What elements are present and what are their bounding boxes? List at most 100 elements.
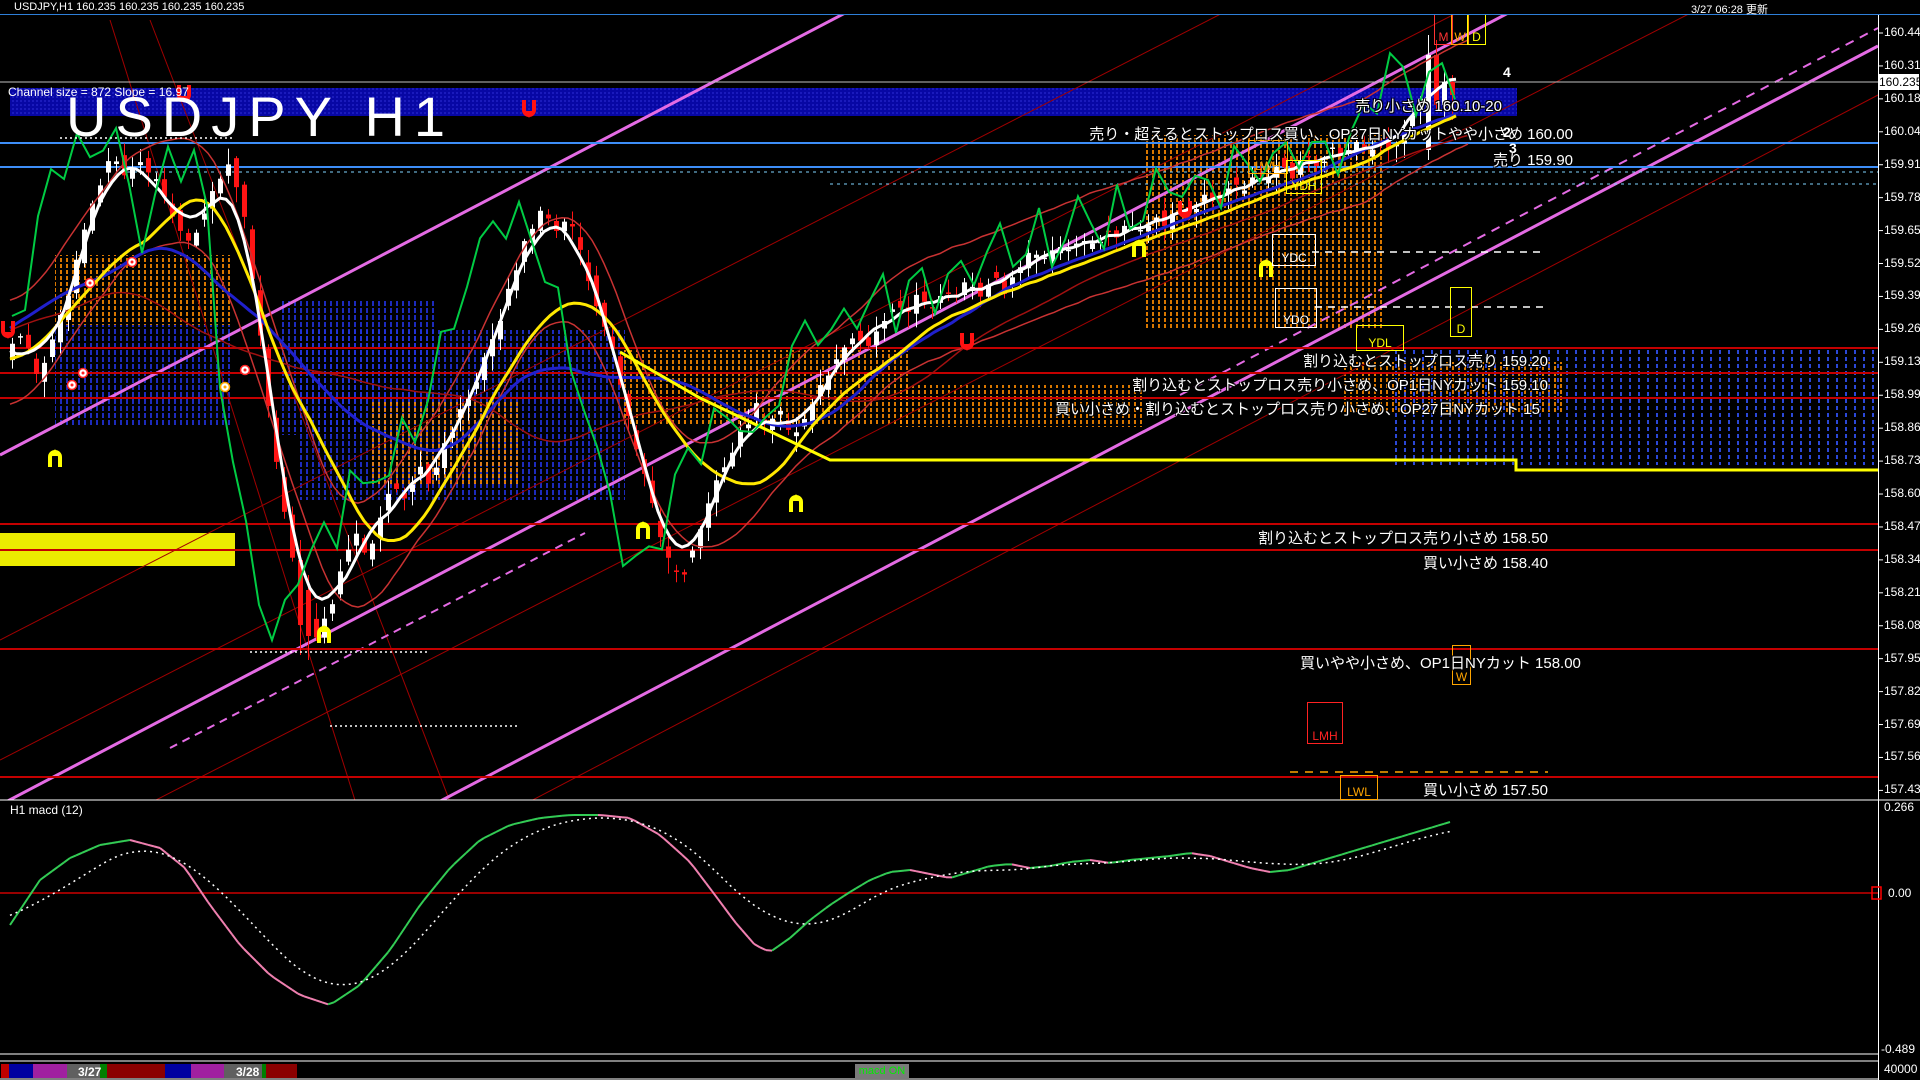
macd-line	[1390, 838, 1396, 840]
price-tick: 160.440	[1884, 25, 1920, 39]
macd-line	[1360, 847, 1366, 849]
price-tick: 157.430	[1884, 782, 1920, 796]
macd-line	[508, 824, 514, 826]
macd-line	[832, 900, 838, 904]
macd-line	[1330, 856, 1336, 858]
macd-line	[430, 885, 436, 892]
macd-line	[112, 842, 118, 843]
level-object-box-lwh: LWH	[1248, 140, 1288, 174]
macd-line	[70, 855, 76, 858]
macd-line	[1192, 853, 1198, 854]
macd-line	[850, 888, 856, 892]
buy-arrow-icon	[1134, 239, 1144, 257]
macd-line	[982, 867, 988, 869]
macd-line	[1072, 861, 1078, 862]
macd-line	[1396, 836, 1402, 838]
macd-line	[382, 952, 388, 959]
macd-line	[160, 848, 166, 853]
macd-line	[1444, 822, 1450, 824]
macd-line	[34, 880, 40, 889]
volume-axis-label: 40000	[1884, 1062, 1917, 1076]
macd-line	[1174, 855, 1180, 856]
macd-line	[94, 845, 100, 848]
level-object-box-ydc: YDC	[1272, 234, 1316, 266]
macd-line	[184, 867, 190, 875]
macd-line	[886, 872, 892, 874]
macd-line	[10, 916, 16, 925]
macd-line	[976, 868, 982, 870]
macd-line	[670, 844, 676, 849]
sell-arrow-icon	[3, 321, 13, 339]
timeline-segment	[165, 1064, 191, 1078]
macd-line	[532, 818, 538, 819]
macd-line	[166, 853, 172, 858]
macd-line	[208, 902, 214, 910]
macd-line	[676, 849, 682, 854]
macd-line	[136, 842, 142, 844]
macd-line	[1168, 855, 1174, 856]
macd-line	[1252, 868, 1258, 869]
macd-line	[232, 934, 238, 942]
macd-axis-min: -0.489	[1881, 1042, 1915, 1056]
wave-count-label: 4	[1503, 64, 1511, 80]
level-object-box-ydh: YDH	[1286, 160, 1322, 194]
macd-line	[928, 874, 934, 875]
macd-line	[718, 899, 724, 907]
price-tick: 157.560	[1884, 749, 1920, 763]
macd-line	[1288, 869, 1294, 870]
macd-line	[940, 876, 946, 877]
box-label: YDL	[1368, 336, 1391, 350]
symbol-quote-text: USDJPY,H1 160.235 160.235 160.235 160.23…	[14, 1, 244, 13]
buy-arrow-icon	[638, 521, 648, 539]
chart-canvas[interactable]	[0, 0, 1920, 1080]
macd-line	[1348, 851, 1354, 853]
window-title-bar: USDJPY,H1 160.235 160.235 160.235 160.23…	[0, 0, 1920, 15]
buy-arrow-icon	[791, 494, 801, 512]
macd-line	[202, 893, 208, 902]
macd-line	[1264, 871, 1270, 872]
macd-line	[76, 853, 82, 856]
macd-line	[688, 860, 694, 867]
macd-line	[88, 848, 94, 851]
price-annotation: 売り小さめ 160.10-20	[1355, 95, 1502, 116]
macd-line	[1210, 856, 1216, 858]
macd-line	[82, 850, 88, 853]
timeline-segment	[191, 1064, 224, 1078]
macd-line	[700, 875, 706, 883]
macd-line	[616, 817, 622, 818]
macd-line	[1084, 860, 1090, 861]
macd-line	[454, 859, 460, 865]
macd-toggle-button[interactable]: macd ON	[855, 1064, 909, 1079]
macd-line	[1132, 859, 1138, 860]
price-tick: 158.995	[1884, 387, 1920, 401]
macd-line	[790, 933, 796, 938]
timeline-date-label: 3/27	[78, 1065, 101, 1079]
level-object-box-lmh: LMH	[1307, 702, 1343, 744]
macd-line	[742, 930, 748, 937]
macd-line	[1324, 858, 1330, 860]
macd-line	[952, 876, 958, 878]
macd-line	[1012, 864, 1018, 865]
macd-line	[544, 817, 550, 818]
macd-line	[154, 846, 160, 848]
macd-line	[316, 1000, 322, 1002]
macd-line	[442, 870, 448, 877]
macd-line	[1318, 860, 1324, 862]
macd-line	[1180, 854, 1186, 855]
macd-axis-max: 0.266	[1884, 800, 1914, 814]
macd-line	[1138, 859, 1144, 860]
macd-line	[796, 927, 802, 932]
price-tick: 159.520	[1884, 256, 1920, 270]
macd-line	[526, 820, 532, 821]
macd-line	[1078, 861, 1084, 862]
price-tick: 158.470	[1884, 519, 1920, 533]
macd-line	[610, 816, 616, 817]
macd-line	[1198, 854, 1204, 855]
price-annotation: 売り 159.90	[1493, 149, 1573, 170]
macd-line	[268, 973, 274, 978]
price-tick: 157.690	[1884, 717, 1920, 731]
macd-line	[1414, 831, 1420, 833]
macd-line	[604, 815, 610, 816]
macd-line	[538, 818, 544, 819]
price-tick: 159.130	[1884, 354, 1920, 368]
